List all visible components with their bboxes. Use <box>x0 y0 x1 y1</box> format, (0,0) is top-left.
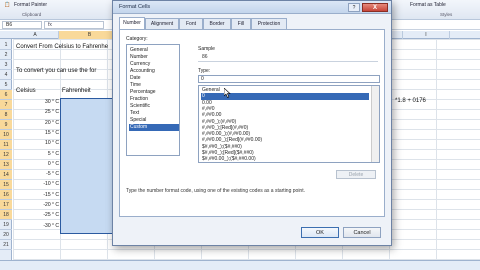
format-code-item[interactable]: $#,##0_);[Red]($#,##0) <box>201 150 369 157</box>
dialog-titlebar[interactable]: Format Cells ? X <box>113 1 391 14</box>
format-code-item[interactable]: #,##0 <box>201 106 369 113</box>
row-header[interactable]: 16 <box>0 190 12 200</box>
close-button[interactable]: X <box>362 3 388 12</box>
category-item[interactable]: Time <box>129 82 179 89</box>
row-header[interactable]: 5 <box>0 80 12 90</box>
row-header[interactable]: 8 <box>0 110 12 120</box>
delete-button[interactable]: Delete <box>336 170 376 179</box>
cancel-button[interactable]: Cancel <box>343 227 381 238</box>
category-item[interactable]: Number <box>129 54 179 61</box>
clipboard-group-label: Clipboard <box>22 12 42 17</box>
dialog-title: Format Cells <box>119 4 151 10</box>
tab-protection[interactable]: Protection <box>251 18 287 29</box>
category-item[interactable]: Fraction <box>129 96 179 103</box>
row-header[interactable]: 19 <box>0 220 12 230</box>
category-item[interactable]: Accounting <box>129 68 179 75</box>
row-header[interactable]: 4 <box>0 70 12 80</box>
celsius-cell[interactable]: 15 ° C <box>13 130 59 136</box>
ok-button[interactable]: OK <box>301 227 339 238</box>
celsius-cell[interactable]: -25 ° C <box>13 212 59 218</box>
help-description: Type the number format code, using one o… <box>126 188 305 194</box>
tab-border[interactable]: Border <box>203 18 231 29</box>
format-code-item[interactable]: #,##0.00_);[Red](#,##0.00) <box>201 137 369 144</box>
row-header[interactable]: 7 <box>0 100 12 110</box>
category-item[interactable]: Special <box>129 117 179 124</box>
row-header[interactable]: 9 <box>0 120 12 130</box>
celsius-cell[interactable]: 25 ° C <box>13 109 59 115</box>
celsius-cell[interactable]: 20 ° C <box>13 120 59 126</box>
format-code-item[interactable]: #,##0_);[Red](#,##0) <box>201 125 369 132</box>
format-code-item[interactable]: #,##0_);(#,##0) <box>201 119 369 126</box>
format-code-item[interactable]: #,##0.00_);(#,##0.00) <box>201 131 369 138</box>
tab-alignment[interactable]: Alignment <box>145 18 179 29</box>
category-item[interactable]: Custom <box>129 124 179 131</box>
sample-value: 86 <box>202 54 208 60</box>
row-header[interactable]: 17 <box>0 200 12 210</box>
row-header[interactable]: 13 <box>0 160 12 170</box>
paste-icon[interactable]: 📋 <box>4 2 10 8</box>
format-code-item[interactable]: $#,##0.00_);($#,##0.00) <box>201 156 369 162</box>
tab-font[interactable]: Font <box>179 18 203 29</box>
formula-note: *1.8 + 0176 <box>395 98 426 104</box>
format-list-scrollbar[interactable] <box>371 86 379 162</box>
format-code-item[interactable]: 0.00 <box>201 100 369 107</box>
format-code-item[interactable]: #,##0.00 <box>201 112 369 119</box>
column-header[interactable]: A <box>12 31 59 39</box>
row-header[interactable]: 1 <box>0 40 12 50</box>
name-box[interactable]: B6 <box>2 21 42 29</box>
category-label: Category: <box>126 36 148 42</box>
sheet-title: Convert From Celsius to Fahrenhe <box>16 44 109 50</box>
celsius-cell[interactable]: -15 ° C <box>13 192 59 198</box>
type-label: Type: <box>198 68 211 74</box>
celsius-cell[interactable]: 0 ° C <box>13 161 59 167</box>
tab-fill[interactable]: Fill <box>231 18 251 29</box>
sample-label: Sample <box>198 46 215 52</box>
category-item[interactable]: Text <box>129 110 179 117</box>
row-header[interactable]: 18 <box>0 210 12 220</box>
celsius-header: Celsius <box>16 88 36 94</box>
row-header[interactable]: 10 <box>0 130 12 140</box>
celsius-cell[interactable]: -10 ° C <box>13 181 59 187</box>
format-as-table-button[interactable]: Format as Table <box>410 2 446 8</box>
row-header[interactable]: 21 <box>0 240 12 250</box>
sheet-tabs-bar <box>0 260 480 270</box>
type-input[interactable]: 0 <box>198 75 380 83</box>
fahrenheit-header: Fahrenheit <box>62 88 91 94</box>
row-header[interactable]: 6 <box>0 90 12 100</box>
celsius-cell[interactable]: 30 ° C <box>13 99 59 105</box>
category-list[interactable]: Custom Special Text Scientific Fraction Perce… <box>126 44 180 156</box>
row-header[interactable]: 11 <box>0 140 12 150</box>
row-header[interactable]: 3 <box>0 60 12 70</box>
category-item[interactable]: Scientific <box>129 103 179 110</box>
mouse-cursor-icon <box>224 88 231 98</box>
category-item[interactable]: General <box>129 47 179 54</box>
row-header[interactable]: 15 <box>0 180 12 190</box>
fx-button[interactable]: fx <box>44 21 104 29</box>
column-header[interactable]: I <box>403 31 450 39</box>
styles-group-label: Styles <box>440 12 453 17</box>
instruction-text: To convert you can use the for <box>16 68 97 74</box>
category-item[interactable]: Date <box>129 75 179 82</box>
row-header[interactable]: 14 <box>0 170 12 180</box>
celsius-cell[interactable]: -30 ° C <box>13 223 59 229</box>
category-item[interactable]: Percentage <box>129 89 179 96</box>
row-header[interactable]: 12 <box>0 150 12 160</box>
sample-divider <box>198 61 378 62</box>
row-header[interactable]: 20 <box>0 230 12 240</box>
celsius-cell[interactable]: -5 ° C <box>13 171 59 177</box>
format-cells-dialog: Format Cells ? X Number Alignment Font Bord… <box>112 0 392 246</box>
category-item[interactable]: Currency <box>129 61 179 68</box>
row-headers: 1 2 3 4 5 6 7 8 9 10 11 12 13 14 15 16 17 18 19 20 21 <box>0 39 12 270</box>
row-header[interactable]: 2 <box>0 50 12 60</box>
tab-number[interactable]: Number <box>119 17 145 29</box>
celsius-cell[interactable]: 10 ° C <box>13 140 59 146</box>
celsius-cell[interactable]: 5 ° C <box>13 151 59 157</box>
celsius-cell[interactable]: -20 ° C <box>13 202 59 208</box>
format-painter-button[interactable]: Format Painter <box>14 2 47 8</box>
format-code-item[interactable]: $#,##0_);($#,##0) <box>201 144 369 151</box>
number-tab-panel: Category: Custom Special Text Scientific Fra… <box>119 29 385 217</box>
help-button[interactable]: ? <box>348 3 360 12</box>
